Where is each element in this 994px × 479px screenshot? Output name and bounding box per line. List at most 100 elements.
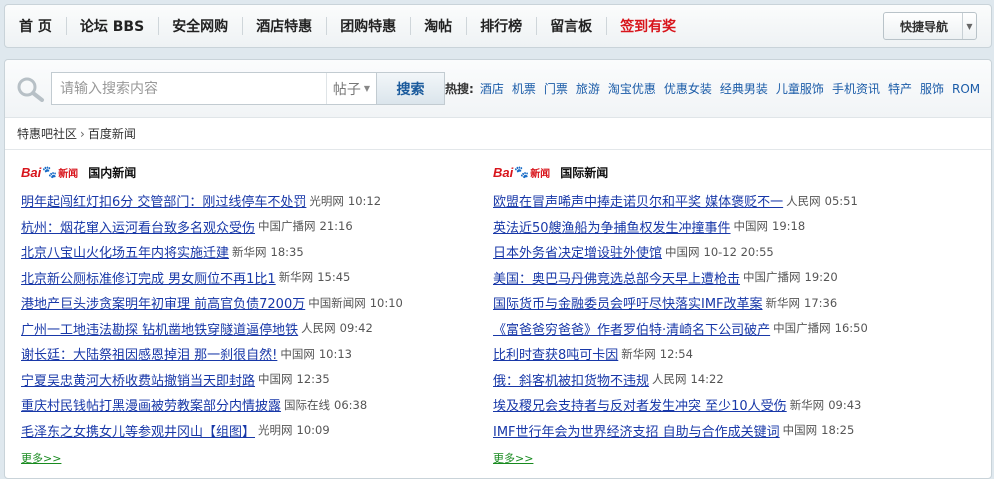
news-source: 国际在线 <box>284 397 331 412</box>
search-input[interactable] <box>52 73 326 104</box>
news-link[interactable]: 《富爸爸穷爸爸》作者罗伯特·清崎名下公司破产 <box>493 319 770 338</box>
news-source: 中国广播网 <box>258 219 316 234</box>
hot-link[interactable]: 淘宝优惠 <box>608 80 656 97</box>
list-item: 比利时查获8吨可卡因 新华网 12:54 <box>493 341 963 367</box>
list-item: 广州一工地违法勘探 钻机凿地铁穿隧道逼停地铁 人民网 09:42 <box>21 316 491 342</box>
list-item: 俄：斜客机被扣货物不违规 人民网 14:22 <box>493 367 963 393</box>
column-title: 国内新闻 <box>88 165 137 180</box>
news-link[interactable]: 港地产巨头涉贪案明年初审理 前高官负债7200万 <box>21 293 305 312</box>
nav-item-rankings[interactable]: 排行榜 <box>466 4 536 48</box>
hot-link[interactable]: 旅游 <box>576 80 600 97</box>
news-link[interactable]: 宁夏吴忠黄河大桥收费站撤销当天即封路 <box>21 370 255 389</box>
news-list: 明年起闯红灯扣6分 交管部门：刚过线停车不处罚 光明网 10:12 杭州：烟花窜入运… <box>21 188 491 443</box>
list-item: 埃及稷兄会支持者与反对者发生冲突 至少10人受伤 新华网 09:43 <box>493 392 963 418</box>
hot-link[interactable]: 服饰 <box>920 80 944 97</box>
news-time: 18:35 <box>270 244 304 259</box>
search-button[interactable]: 搜索 <box>376 73 444 104</box>
hot-link[interactable]: 儿童服饰 <box>776 80 824 97</box>
news-source: 中国网 <box>258 372 293 387</box>
news-time: 19:18 <box>772 219 806 234</box>
news-link[interactable]: 日本外务省决定增设驻外使馆 <box>493 242 662 261</box>
news-link[interactable]: 明年起闯红灯扣6分 交管部门：刚过线停车不处罚 <box>21 191 306 210</box>
news-link[interactable]: 埃及稷兄会支持者与反对者发生冲突 至少10人受伤 <box>493 395 787 414</box>
news-source: 中国新闻网 <box>308 295 366 310</box>
more-row: 更多>> <box>493 450 963 466</box>
news-time: 12:35 <box>296 372 330 387</box>
news-source: 新华网 <box>765 295 801 310</box>
news-link[interactable]: IMF世行年会为世界经济支招 自助与合作成关键词 <box>493 421 780 440</box>
nav-item-group-buy[interactable]: 团购特惠 <box>326 4 410 48</box>
nav-item-bbs[interactable]: 论坛 BBS <box>65 4 158 48</box>
news-link[interactable]: 北京八宝山火化场五年内将实施迁建 <box>21 242 229 261</box>
news-source: 光明网 <box>309 193 344 208</box>
news-source: 人民网 <box>652 372 687 387</box>
news-time: 10-12 20:55 <box>703 244 774 259</box>
news-list: 欧盟在冒声唏声中捧走诺贝尔和平奖 媒体褒贬不一人民网 05:51 英法近50艘渔船… <box>493 188 963 443</box>
news-link[interactable]: 英法近50艘渔船为争捕鱼权发生冲撞事件 <box>493 217 731 236</box>
list-item: IMF世行年会为世界经济支招 自助与合作成关键词 中国网 18:25 <box>493 418 963 444</box>
list-item: 明年起闯红灯扣6分 交管部门：刚过线停车不处罚 光明网 10:12 <box>21 188 491 214</box>
news-link[interactable]: 俄：斜客机被扣货物不违规 <box>493 370 649 389</box>
news-source: 中国网 <box>782 423 818 438</box>
more-row: 更多>> <box>21 450 491 466</box>
nav-item-checkin[interactable]: 签到有奖 <box>606 4 690 48</box>
list-item: 英法近50艘渔船为争捕鱼权发生冲撞事件 中国网 19:18 <box>493 214 963 240</box>
more-link[interactable]: 更多>> <box>493 452 533 465</box>
news-link[interactable]: 杭州：烟花窜入运河看台致多名观众受伤 <box>21 217 255 236</box>
news-source: 新华网 <box>789 397 825 412</box>
hot-link[interactable]: 酒店 <box>480 80 504 97</box>
news-source: 新华网 <box>278 270 314 285</box>
main-panel: 帖子 ▼ 搜索 热搜: 酒店 机票 门票 旅游 淘宝优惠 优惠女装 经典男装 儿… <box>4 59 992 479</box>
search-icon <box>17 77 44 102</box>
news-source: 中国网 <box>733 219 769 234</box>
nav-item-safe-shopping[interactable]: 安全网购 <box>158 4 242 48</box>
news-source: 光明网 <box>258 423 293 438</box>
hot-link[interactable]: 机票 <box>512 80 536 97</box>
list-item: 谢长廷：大陆祭祖因感恩掉泪 那一刹很自然! 中国网 10:13 <box>21 341 491 367</box>
news-link[interactable]: 美国：奥巴马丹佛竞选总部今天早上遭枪击 <box>493 268 740 287</box>
news-time: 05:51 <box>824 193 858 208</box>
news-time: 09:42 <box>339 321 373 336</box>
hot-link[interactable]: 经典男装 <box>720 80 768 97</box>
breadcrumb-community[interactable]: 特惠吧社区 <box>17 125 77 142</box>
list-item: 杭州：烟花窜入运河看台致多名观众受伤 中国广播网 21:16 <box>21 214 491 240</box>
news-time: 06:38 <box>334 397 368 412</box>
hot-link[interactable]: 手机资讯 <box>832 80 880 97</box>
search-type-select[interactable]: 帖子 ▼ <box>326 73 376 104</box>
news-link[interactable]: 比利时查获8吨可卡因 <box>493 344 618 363</box>
nav-item-hotel-deals[interactable]: 酒店特惠 <box>242 4 326 48</box>
hot-link[interactable]: 特产 <box>888 80 912 97</box>
list-item: 港地产巨头涉贪案明年初审理 前高官负债7200万 中国新闻网 10:10 <box>21 290 491 316</box>
news-time: 17:36 <box>804 295 838 310</box>
news-link[interactable]: 毛泽东之女携女儿等参观井冈山【组图】 <box>21 421 255 440</box>
chevron-down-icon: ▼ <box>962 13 976 39</box>
hot-link[interactable]: ROM <box>952 82 980 96</box>
news-time: 21:16 <box>319 219 353 234</box>
news-link[interactable]: 欧盟在冒声唏声中捧走诺贝尔和平奖 媒体褒贬不一 <box>493 191 783 210</box>
news-link[interactable]: 北京新公厕标准修订完成 男女厕位不再1比1 <box>21 268 276 287</box>
hot-link[interactable]: 门票 <box>544 80 568 97</box>
more-link[interactable]: 更多>> <box>21 452 61 465</box>
quick-nav-label: 快捷导航 <box>900 19 949 34</box>
news-source: 新华网 <box>621 346 656 361</box>
chevron-down-icon: ▼ <box>363 84 371 93</box>
hot-search-label: 热搜: <box>445 82 474 96</box>
news-time: 10:09 <box>296 423 330 438</box>
list-item: 宁夏吴忠黄河大桥收费站撤销当天即封路 中国网 12:35 <box>21 367 491 393</box>
column-header: Bai 🐾 新闻 国内新闻 <box>21 160 491 184</box>
column-title: 国际新闻 <box>560 165 609 180</box>
news-link[interactable]: 谢长廷：大陆祭祖因感恩掉泪 那一刹很自然! <box>21 344 277 363</box>
nav-item-guestbook[interactable]: 留言板 <box>536 4 606 48</box>
news-link[interactable]: 广州一工地违法勘探 钻机凿地铁穿隧道逼停地铁 <box>21 319 298 338</box>
news-link[interactable]: 国际货币与金融委员会呼吁尽快落实IMF改革案 <box>493 293 763 312</box>
search-bar: 帖子 ▼ 搜索 热搜: 酒店 机票 门票 旅游 淘宝优惠 优惠女装 经典男装 儿… <box>5 60 991 118</box>
nav-item-home[interactable]: 首 页 <box>5 4 66 48</box>
news-time: 18:25 <box>821 423 855 438</box>
news-time: 14:22 <box>690 372 724 387</box>
news-link[interactable]: 重庆村民钱帖打黑漫画被劳教案部分内情披露 <box>21 395 281 414</box>
hot-link[interactable]: 优惠女装 <box>664 80 712 97</box>
nav-item-taotie[interactable]: 淘帖 <box>410 4 466 48</box>
quick-nav-dropdown[interactable]: 快捷导航 ▼ <box>883 12 977 40</box>
search-type-label: 帖子 <box>332 81 361 98</box>
news-source: 新华网 <box>232 244 267 259</box>
